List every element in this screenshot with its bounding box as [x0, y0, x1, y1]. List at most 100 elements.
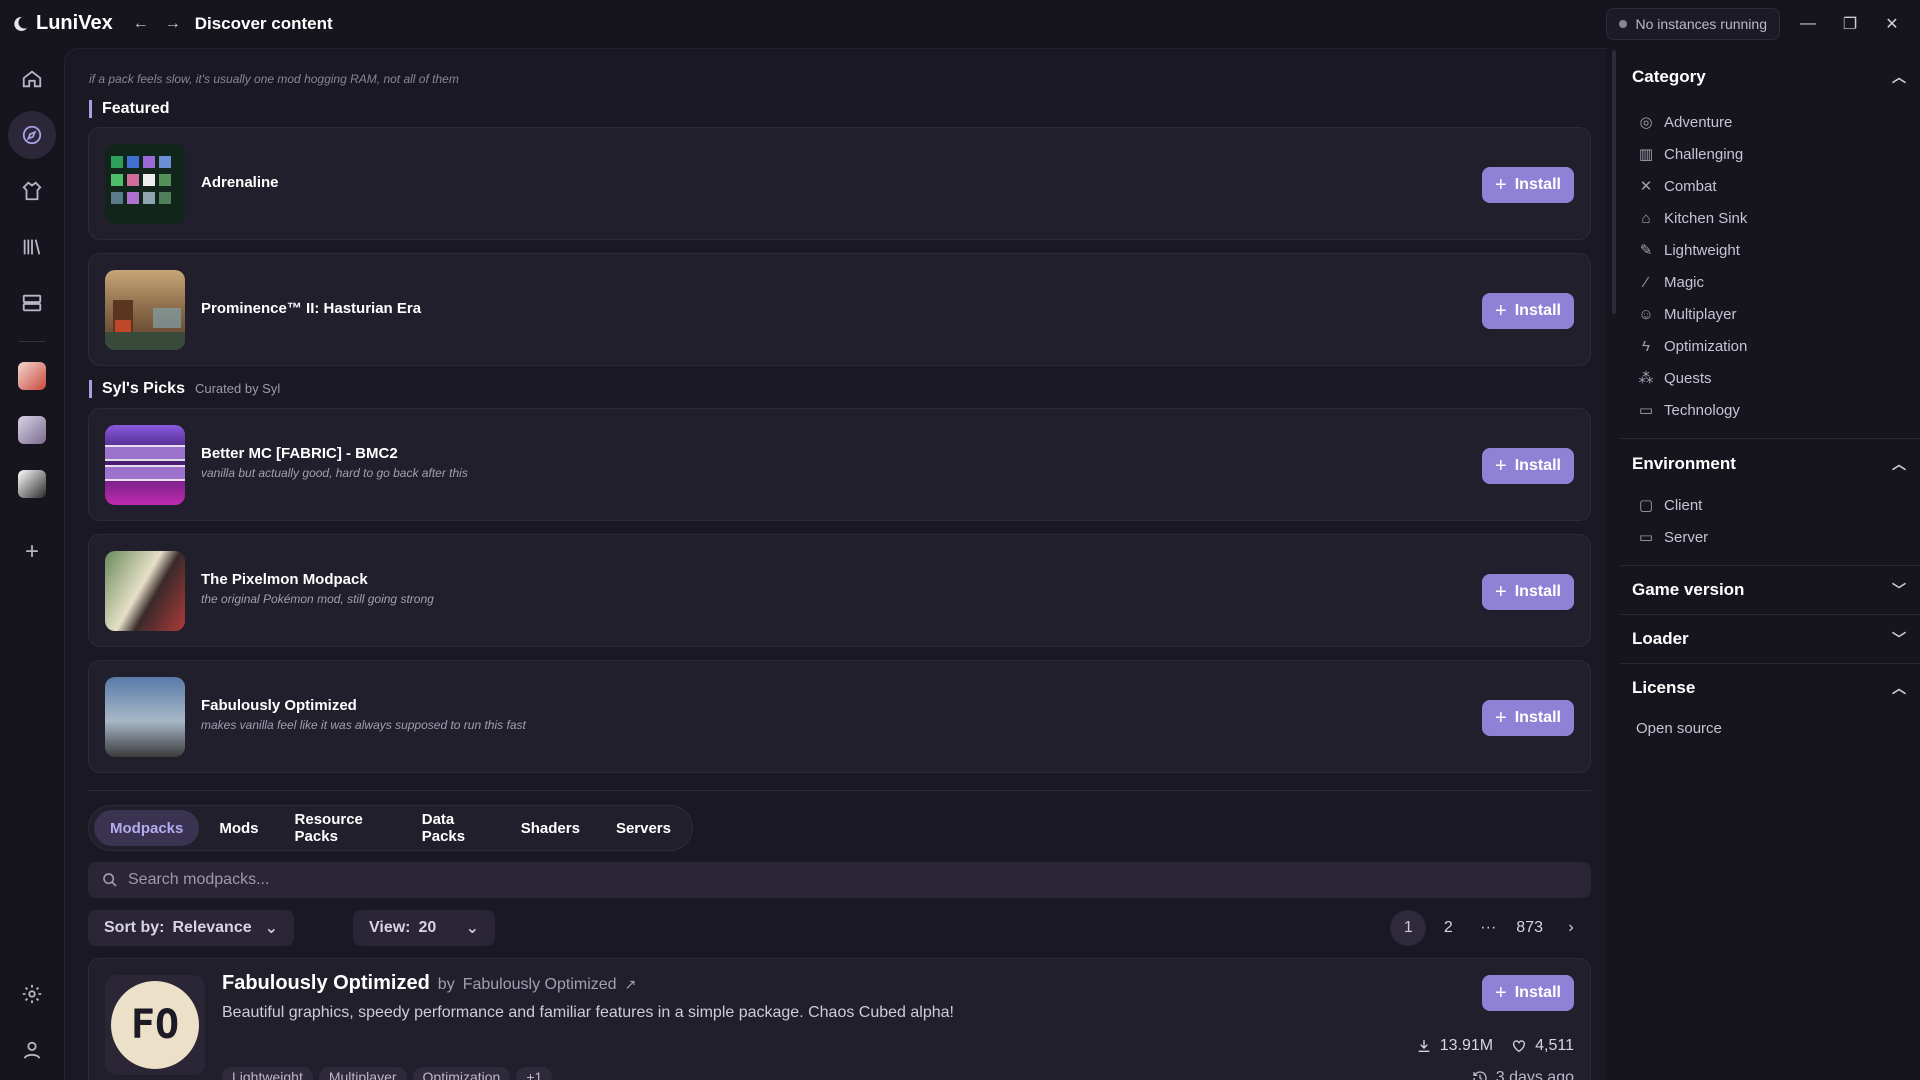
- moon-icon: [14, 16, 27, 31]
- modpack-name[interactable]: Better MC [FABRIC] - BMC2: [201, 445, 398, 462]
- picks-heading: Syl's Picks Curated by Syl: [89, 380, 280, 398]
- filter-item-adventure[interactable]: ◎ Adventure: [1620, 106, 1920, 138]
- hard-drive-icon: ▭: [1638, 402, 1654, 419]
- scrollbar[interactable]: [1612, 50, 1616, 314]
- modpack-thumbnail: [105, 551, 185, 631]
- forward-arrow-icon[interactable]: →: [161, 15, 185, 33]
- filter-title: License: [1632, 678, 1696, 697]
- filter-header-loader[interactable]: Loader ﹀: [1620, 615, 1920, 663]
- install-button[interactable]: + Install: [1482, 700, 1574, 736]
- sort-dropdown[interactable]: Sort by: Relevance ⌄: [88, 910, 294, 946]
- filter-item-optimization[interactable]: ϟ Optimization: [1620, 330, 1920, 362]
- filter-label: Magic: [1664, 273, 1705, 291]
- library-icon[interactable]: [8, 223, 56, 271]
- tag-badge[interactable]: Optimization: [412, 1067, 511, 1080]
- plus-icon: +: [1495, 982, 1507, 1004]
- install-button[interactable]: + Install: [1482, 574, 1574, 610]
- picks-card[interactable]: Better MC [FABRIC] - BMC2 vanilla but ac…: [88, 408, 1591, 521]
- servers-icon[interactable]: [8, 279, 56, 327]
- project-title[interactable]: Fabulously Optimized: [222, 972, 430, 995]
- plus-icon: +: [1495, 707, 1507, 729]
- install-label: Install: [1514, 709, 1561, 726]
- back-arrow-icon[interactable]: ←: [129, 15, 153, 33]
- left-rail: +: [0, 47, 64, 1080]
- tab-modpacks[interactable]: Modpacks: [94, 810, 200, 846]
- install-button[interactable]: + Install: [1482, 167, 1574, 203]
- page-button[interactable]: 1: [1390, 910, 1427, 946]
- install-button[interactable]: + Install: [1482, 293, 1574, 329]
- tab-data-packs[interactable]: Data Packs: [406, 810, 501, 846]
- filter-header-category[interactable]: Category ︿: [1620, 48, 1920, 106]
- filter-item-multiplayer[interactable]: ☺ Multiplayer: [1620, 298, 1920, 330]
- page-button[interactable]: 873: [1510, 910, 1549, 946]
- install-label: Install: [1514, 302, 1561, 319]
- filter-item-open-source[interactable]: Open source: [1620, 712, 1920, 744]
- featured-card[interactable]: Prominence™ II: Hasturian Era + Install: [88, 253, 1591, 366]
- heart-icon: [1513, 1040, 1526, 1053]
- instance-icon[interactable]: [18, 416, 46, 444]
- tab-resource-packs[interactable]: Resource Packs: [279, 810, 402, 846]
- compass-icon[interactable]: [8, 111, 56, 159]
- modpack-name[interactable]: Adrenaline: [201, 174, 279, 191]
- maximize-icon[interactable]: ❐: [1836, 10, 1864, 38]
- by-label: by: [437, 976, 455, 993]
- swords-icon: ✕: [1639, 178, 1653, 195]
- picks-card[interactable]: Fabulously Optimized makes vanilla feel …: [88, 660, 1591, 773]
- tab-shaders[interactable]: Shaders: [505, 810, 596, 846]
- external-link-icon[interactable]: ↗: [625, 976, 637, 993]
- filter-item-challenging[interactable]: ▥ Challenging: [1620, 138, 1920, 170]
- tag-badge[interactable]: Multiplayer: [318, 1067, 407, 1080]
- picks-card[interactable]: The Pixelmon Modpack the original Pokémo…: [88, 534, 1591, 647]
- chevron-up-icon: ︿: [1892, 456, 1906, 472]
- pagination: 1 2 ··· 873 ›: [1390, 910, 1589, 946]
- account-icon[interactable]: [8, 1026, 56, 1074]
- picks-subtitle: Curated by Syl: [194, 381, 281, 396]
- featured-card[interactable]: Adrenaline + Install: [88, 127, 1591, 240]
- minimize-icon[interactable]: —: [1794, 10, 1822, 38]
- filter-item-lightweight[interactable]: ✎ Lightweight: [1620, 234, 1920, 266]
- chevron-right-icon[interactable]: ›: [1553, 910, 1589, 946]
- sort-value: Relevance: [172, 919, 252, 936]
- instance-icon[interactable]: [18, 470, 46, 498]
- chevron-down-icon: ﹀: [1892, 631, 1906, 647]
- filter-header-environment[interactable]: Environment ︿: [1620, 439, 1920, 489]
- bolt-icon: ϟ: [1642, 337, 1650, 355]
- filter-group-environment: Environment ︿ ▢ Client ▭ Server: [1620, 439, 1920, 566]
- filter-item-technology[interactable]: ▭ Technology: [1620, 394, 1920, 426]
- tab-servers[interactable]: Servers: [600, 810, 687, 846]
- settings-gear-icon[interactable]: [8, 970, 56, 1018]
- tag-badge[interactable]: +1: [516, 1067, 553, 1080]
- downloads-stat: 13.91M: [1416, 1037, 1493, 1055]
- instance-icon[interactable]: [18, 362, 46, 390]
- view-dropdown[interactable]: View: 20 ⌄: [353, 910, 495, 946]
- filter-item-server[interactable]: ▭ Server: [1620, 521, 1920, 553]
- chevron-up-icon: ︿: [1892, 69, 1906, 85]
- instances-status[interactable]: No instances running: [1606, 7, 1780, 40]
- install-button[interactable]: + Install: [1482, 975, 1574, 1011]
- tag-badge[interactable]: Lightweight: [222, 1067, 313, 1080]
- search-result-card[interactable]: FO Fabulously Optimized by Fabulously Op…: [88, 958, 1591, 1080]
- skin-icon[interactable]: [8, 167, 56, 215]
- filter-item-combat[interactable]: ✕ Combat: [1620, 170, 1920, 202]
- filter-item-kitchen-sink[interactable]: ⌂ Kitchen Sink: [1620, 202, 1920, 234]
- tab-mods[interactable]: Mods: [203, 810, 274, 846]
- modpack-name[interactable]: The Pixelmon Modpack: [201, 571, 368, 588]
- install-button[interactable]: + Install: [1482, 448, 1574, 484]
- filter-item-magic[interactable]: ⁄ Magic: [1620, 266, 1920, 298]
- filter-header-game-version[interactable]: Game version ﹀: [1620, 566, 1920, 614]
- modpack-name[interactable]: Fabulously Optimized: [201, 697, 357, 714]
- project-author[interactable]: Fabulously Optimized: [463, 976, 617, 994]
- filter-item-quests[interactable]: ⁂ Quests: [1620, 362, 1920, 394]
- page-button[interactable]: 2: [1430, 910, 1466, 946]
- add-instance-icon[interactable]: +: [8, 528, 56, 576]
- modpack-description: the original Pokémon mod, still going st…: [201, 592, 434, 606]
- filter-item-client[interactable]: ▢ Client: [1620, 489, 1920, 521]
- filter-title: Environment: [1632, 454, 1736, 473]
- home-icon[interactable]: [8, 55, 56, 103]
- filter-header-license[interactable]: License ︿: [1620, 664, 1920, 712]
- search-input[interactable]: Search modpacks...: [88, 862, 1591, 898]
- plus-icon: +: [1495, 174, 1507, 196]
- close-icon[interactable]: ✕: [1878, 10, 1906, 38]
- modpack-name[interactable]: Prominence™ II: Hasturian Era: [201, 300, 421, 317]
- filter-label: Optimization: [1664, 337, 1748, 355]
